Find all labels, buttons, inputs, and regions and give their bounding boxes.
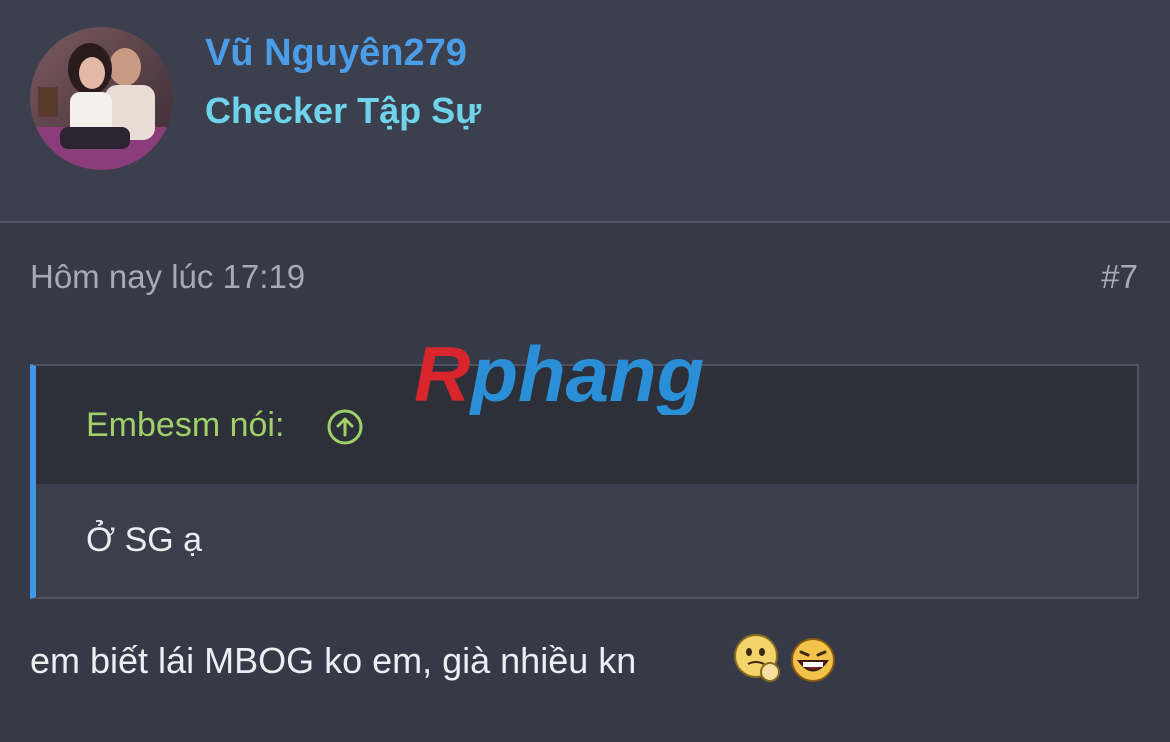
watermark-logo: Rphang (414, 330, 704, 415)
watermark-text-rest: phang (468, 330, 704, 415)
watermark-text-r: R (414, 330, 470, 415)
avatar[interactable] (30, 27, 173, 170)
post-timestamp[interactable]: Hôm nay lúc 17:19 (30, 258, 305, 296)
post-body: em biết lái MBOG ko em, già nhiều kn (30, 640, 636, 682)
thinking-smiley-icon (734, 634, 780, 682)
post-number[interactable]: #7 (1101, 258, 1138, 296)
watermark-text: Rphang (414, 330, 704, 415)
quote-author[interactable]: Embesm nói: (86, 406, 284, 445)
avatar-photo (30, 27, 173, 170)
arrow-up-circle-icon[interactable] (326, 408, 364, 446)
laughing-smiley-icon (791, 638, 835, 682)
username[interactable]: Vũ Nguyên279 (205, 32, 467, 75)
quote-text: Ở SG ạ (86, 521, 203, 559)
post-body-text: em biết lái MBOG ko em, già nhiều kn (30, 640, 637, 681)
user-title: Checker Tập Sự (205, 90, 482, 131)
user-header: Vũ Nguyên279 Checker Tập Sự (0, 0, 1170, 223)
